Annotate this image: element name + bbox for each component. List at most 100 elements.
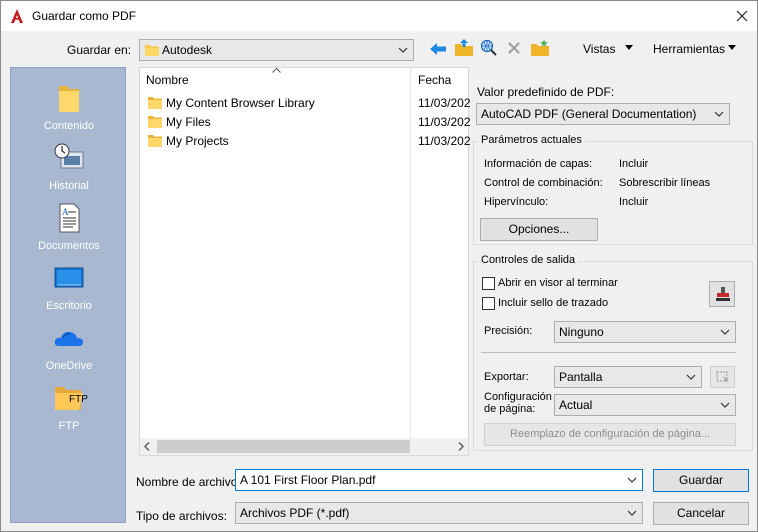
export-combo[interactable]: Pantalla: [554, 366, 702, 388]
chevron-down-icon: [714, 111, 724, 117]
param-value: Sobrescribir líneas: [619, 177, 711, 189]
places-bar: Contenido Historial A Documentos Escrito…: [10, 67, 126, 523]
file-name: My Content Browser Library: [166, 96, 315, 110]
folder-icon: [59, 86, 79, 112]
options-button[interactable]: Opciones...: [480, 218, 598, 241]
param-value: Incluir: [619, 196, 649, 208]
cancel-button[interactable]: Cancelar: [653, 502, 749, 525]
new-folder-icon[interactable]: [530, 39, 550, 57]
onedrive-icon: [54, 331, 83, 346]
delete-icon[interactable]: [507, 41, 521, 55]
select-layouts-button[interactable]: [710, 366, 735, 388]
stamp-icon: [716, 287, 730, 301]
scroll-right-icon[interactable]: [458, 442, 464, 451]
page-setup-combo[interactable]: Actual: [554, 394, 736, 416]
chevron-down-icon: [686, 374, 696, 380]
param-name: Información de capas:: [484, 158, 593, 170]
place-label: Documentos: [38, 240, 100, 252]
divider: [481, 352, 736, 353]
filetype-label: Tipo de archivos:: [136, 509, 227, 523]
page-setup-value: Actual: [559, 398, 593, 412]
history-icon: [54, 143, 84, 169]
save-button[interactable]: Guardar: [653, 469, 749, 492]
place-label: OneDrive: [45, 360, 93, 372]
desktop-icon: [54, 267, 84, 288]
tools-dropdown-icon[interactable]: [728, 45, 736, 50]
export-label: Exportar:: [484, 371, 529, 383]
filetype-combo[interactable]: Archivos PDF (*.pdf): [235, 502, 643, 524]
sort-ascending-icon: [272, 68, 281, 73]
current-params-title: Parámetros actuales: [478, 134, 585, 146]
close-icon[interactable]: [735, 9, 749, 23]
place-ftp[interactable]: FTP FTP: [11, 374, 127, 434]
up-folder-icon[interactable]: [454, 39, 474, 57]
place-contenido[interactable]: Contenido: [11, 74, 127, 134]
folder-icon: [148, 116, 162, 128]
file-name: My Projects: [166, 134, 229, 148]
file-date: 11/03/202: [418, 134, 471, 148]
precision-label: Precisión:: [484, 325, 533, 337]
filename-value: A 101 First Floor Plan.pdf: [240, 473, 376, 487]
export-value: Pantalla: [559, 370, 603, 384]
horizontal-scrollbar[interactable]: [140, 438, 468, 455]
save-as-pdf-dialog: Guardar como PDF Guardar en: Autodesk Vi…: [0, 0, 758, 532]
place-label: Contenido: [43, 120, 95, 132]
folder-icon: [148, 97, 162, 109]
save-in-combo[interactable]: Autodesk: [139, 39, 414, 61]
save-in-label: Guardar en:: [67, 43, 132, 57]
open-viewer-label[interactable]: Abrir en visor al terminar: [498, 277, 618, 289]
pdf-preset-combo[interactable]: AutoCAD PDF (General Documentation): [476, 103, 730, 125]
folder-icon: [148, 135, 162, 147]
column-header-date[interactable]: Fecha de: [418, 68, 468, 92]
place-label: Historial: [49, 180, 89, 192]
place-onedrive[interactable]: OneDrive: [11, 314, 127, 374]
tools-menu[interactable]: Herramientas: [653, 42, 725, 56]
list-item[interactable]: My Projects 11/03/202: [148, 132, 471, 151]
file-name: My Files: [166, 115, 211, 129]
search-web-icon[interactable]: [480, 39, 498, 57]
place-documentos[interactable]: A Documentos: [11, 194, 127, 254]
filename-input[interactable]: A 101 First Floor Plan.pdf: [235, 469, 643, 491]
chevron-down-icon: [720, 402, 730, 408]
chevron-down-icon[interactable]: [627, 477, 637, 483]
chevron-down-icon: [627, 510, 637, 516]
open-viewer-checkbox[interactable]: [482, 277, 495, 290]
svg-text:A: A: [62, 207, 69, 217]
place-label: FTP: [58, 420, 80, 432]
chevron-down-icon: [398, 47, 408, 53]
folder-icon: [145, 45, 159, 56]
output-controls-title: Controles de salida: [478, 254, 579, 266]
file-list: Nombre Fecha de My Content Browser Libra…: [139, 67, 471, 456]
views-dropdown-icon[interactable]: [625, 45, 633, 50]
page-setup-override-button[interactable]: Reemplazo de configuración de página...: [484, 423, 736, 446]
scrollbar-thumb[interactable]: [157, 440, 410, 453]
file-date: 11/03/202: [418, 96, 471, 110]
title-bar: Guardar como PDF: [1, 1, 757, 31]
pdf-preset-label: Valor predefinido de PDF:: [477, 85, 615, 99]
list-item[interactable]: My Files 11/03/202: [148, 113, 471, 132]
place-escritorio[interactable]: Escritorio: [11, 254, 127, 314]
place-label: Escritorio: [46, 300, 92, 312]
page-setup-label: Configuración de página:: [484, 391, 552, 415]
documents-icon: A: [59, 203, 80, 233]
back-arrow-icon[interactable]: [429, 41, 447, 57]
pdf-preset-value: AutoCAD PDF (General Documentation): [481, 107, 697, 121]
scroll-left-icon[interactable]: [144, 442, 150, 451]
include-stamp-label[interactable]: Incluir sello de trazado: [498, 297, 608, 309]
ftp-badge: FTP: [69, 394, 88, 405]
precision-value: Ninguno: [559, 325, 604, 339]
include-stamp-checkbox[interactable]: [482, 297, 495, 310]
autocad-logo-icon: [11, 9, 23, 23]
views-menu[interactable]: Vistas: [583, 42, 615, 56]
plot-stamp-settings-button[interactable]: [709, 281, 735, 307]
save-in-value: Autodesk: [162, 43, 213, 57]
param-value: Incluir: [619, 158, 649, 170]
precision-combo[interactable]: Ninguno: [554, 321, 736, 343]
param-name: Control de combinación:: [484, 177, 603, 189]
select-icon: [716, 371, 729, 384]
filename-label: Nombre de archivo:: [136, 475, 241, 489]
window-title: Guardar como PDF: [32, 9, 137, 23]
param-name: Hipervínculo:: [484, 196, 549, 208]
place-historial[interactable]: Historial: [11, 134, 127, 194]
list-item[interactable]: My Content Browser Library 11/03/202: [148, 94, 471, 113]
